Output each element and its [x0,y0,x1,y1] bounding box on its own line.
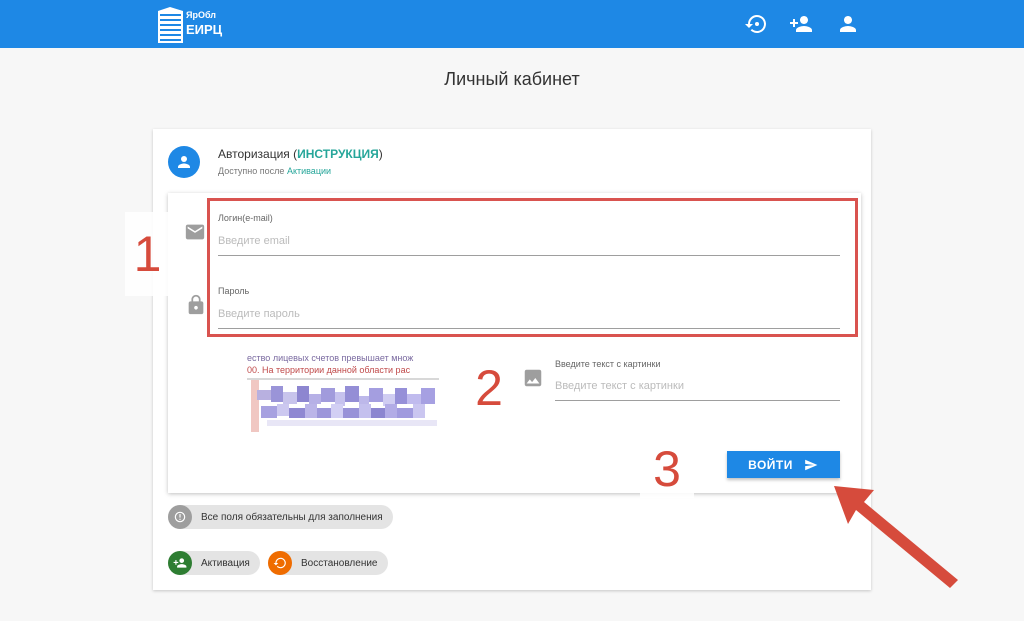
annotation-arrow-icon [834,486,958,588]
credentials-highlight-box [207,198,858,337]
user-icon[interactable] [836,12,860,36]
info-icon [168,505,192,529]
person-icon [178,156,190,168]
logo-text-bottom: ЕИРЦ [186,22,223,37]
email-icon [185,224,205,240]
step-number-3: 3 [640,440,694,498]
auth-title: Авторизация (ИНСТРУКЦИЯ) [218,147,383,161]
paren-close: ) [378,147,383,161]
step-number-1: 1 [125,212,170,296]
login-button-label: ВОЙТИ [748,457,793,472]
login-button[interactable]: ВОЙТИ [727,451,840,478]
image-icon [524,369,542,387]
activation-link[interactable]: Активации [287,166,331,176]
top-navbar: ЯрОбл ЕИРЦ [0,0,1024,48]
auth-subtitle-text: Доступно после [218,166,285,176]
captcha-input[interactable] [555,378,840,401]
page-title: Личный кабинет [444,69,580,89]
add-user-icon[interactable] [789,12,813,36]
add-user-chip-icon [168,551,192,575]
auth-avatar [168,146,200,178]
restore-icon[interactable] [744,12,768,36]
activation-chip-label: Активация [201,557,250,569]
step-number-2: 2 [468,359,510,417]
recovery-chip-label: Восстановление [301,557,378,569]
activation-chip[interactable]: Активация [168,551,260,575]
captcha-image: ество лицевых счетов превышает множ 00. … [247,352,439,432]
required-fields-chip: Все поля обязательны для заполнения [168,505,393,529]
instruction-link[interactable]: ИНСТРУКЦИЯ [297,147,379,161]
lock-icon [188,294,204,315]
restore-chip-icon [268,551,292,575]
auth-title-text: Авторизация [218,147,290,161]
captcha-label: Введите текст с картинки [555,359,661,369]
captcha-noise-pattern [247,378,439,432]
auth-subtitle: Доступно после Активации [218,166,331,176]
recovery-chip[interactable]: Восстановление [268,551,388,575]
logo-text-top: ЯрОбл [186,10,217,20]
send-icon [805,459,818,470]
required-fields-text: Все поля обязательны для заполнения [201,511,383,523]
